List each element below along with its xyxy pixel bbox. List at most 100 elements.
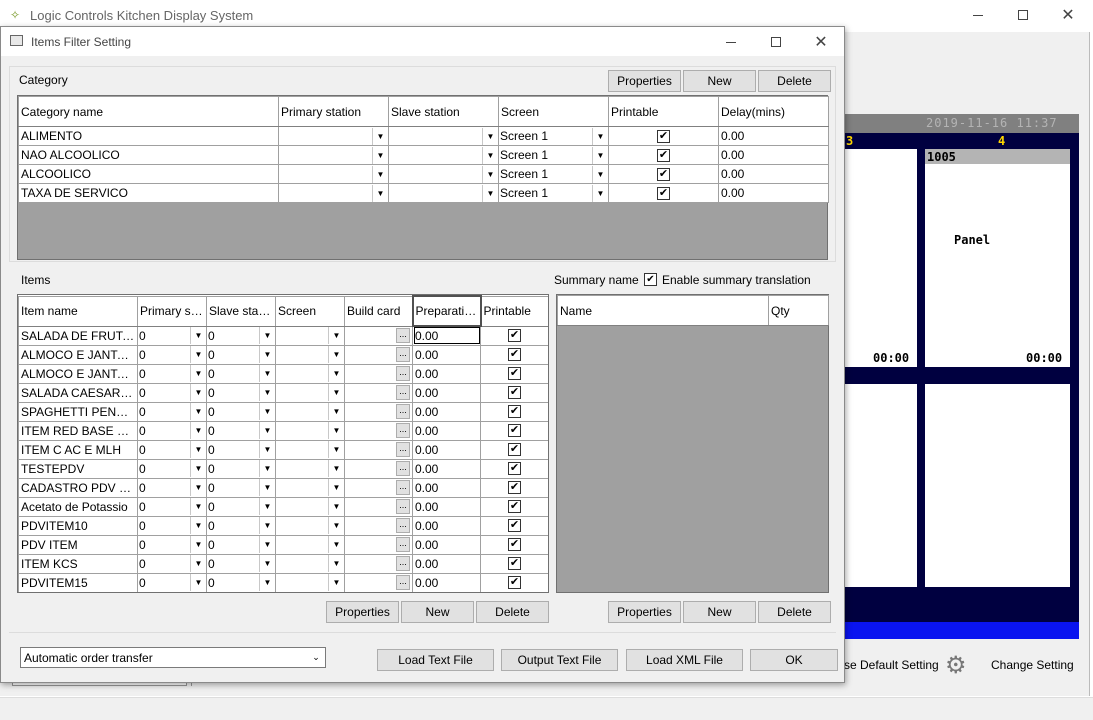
preparation-cell[interactable]: 0.00	[412, 572, 481, 592]
screen-cell[interactable]: ▼	[275, 363, 345, 384]
preparation-cell[interactable]: 0.00	[412, 325, 481, 346]
items-col-header[interactable]: Item name	[18, 295, 138, 327]
primary-station-select[interactable]: 0 ▼	[139, 346, 206, 363]
gear-icon[interactable]: ⚙	[945, 651, 967, 680]
category-row[interactable]: NAO ALCOOLICO ▼ ▼ Screen 1 ▼ ✔ 0.00	[18, 145, 829, 165]
printable-checkbox[interactable]: ✔	[508, 557, 521, 570]
category-col-header[interactable]: Category name	[18, 96, 279, 127]
item-row[interactable]: SPAGHETTI PENNE ... 0 ▼ 0 ▼ ▼... 0.00 ✔	[18, 401, 548, 422]
build-card-button[interactable]: ...	[396, 366, 410, 381]
primary-station-cell[interactable]: 0 ▼	[137, 496, 207, 517]
build-card-cell[interactable]: ...	[344, 553, 413, 574]
build-card-button[interactable]: ...	[396, 442, 410, 457]
primary-station-cell[interactable]: 0 ▼	[137, 382, 207, 403]
printable-cell[interactable]: ✔	[480, 401, 548, 422]
screen-select[interactable]: ▼	[277, 327, 344, 344]
printable-checkbox[interactable]: ✔	[508, 348, 521, 361]
primary-station-select[interactable]: 0 ▼	[139, 403, 206, 420]
screen-cell[interactable]: ▼	[275, 572, 345, 592]
build-card-button[interactable]: ...	[396, 423, 410, 438]
screen-cell[interactable]: Screen 1 ▼	[498, 164, 609, 184]
screen-cell[interactable]: ▼	[275, 325, 345, 346]
kds-order-card[interactable]	[925, 384, 1070, 587]
screen-select[interactable]: ▼	[277, 574, 344, 591]
printable-checkbox[interactable]: ✔	[508, 500, 521, 513]
slave-station-cell[interactable]: 0 ▼	[206, 515, 276, 536]
screen-select[interactable]: ▼	[277, 536, 344, 553]
printable-cell[interactable]: ✔	[480, 553, 548, 574]
printable-checkbox[interactable]: ✔	[508, 576, 521, 589]
build-card-cell[interactable]: ...	[344, 572, 413, 592]
build-card-cell[interactable]: ...	[344, 363, 413, 384]
build-card-button[interactable]: ...	[396, 537, 410, 552]
default-setting-label[interactable]: se Default Setting	[844, 658, 939, 672]
items-col-header[interactable]: Slave station	[206, 295, 276, 327]
build-card-cell[interactable]: ...	[344, 477, 413, 498]
screen-cell[interactable]: ▼	[275, 344, 345, 365]
dialog-maximize-button[interactable]	[753, 27, 799, 57]
item-name-cell[interactable]: Acetato de Potassio	[18, 496, 138, 517]
slave-station-cell[interactable]: 0 ▼	[206, 496, 276, 517]
build-card-cell[interactable]: ...	[344, 344, 413, 365]
primary-station-cell[interactable]: 0 ▼	[137, 401, 207, 422]
primary-station-select[interactable]: 0 ▼	[139, 555, 206, 572]
slave-station-select[interactable]: 0 ▼	[208, 327, 275, 344]
printable-checkbox[interactable]: ✔	[508, 538, 521, 551]
printable-checkbox[interactable]: ✔	[508, 481, 521, 494]
kds-order-card[interactable]: 1005 Panel	[925, 149, 1070, 367]
slave-station-select[interactable]: ▼	[390, 146, 498, 164]
slave-station-cell[interactable]: ▼	[388, 145, 499, 165]
category-name-cell[interactable]: NAO ALCOOLICO	[18, 145, 279, 165]
slave-station-cell[interactable]: 0 ▼	[206, 401, 276, 422]
screen-cell[interactable]: ▼	[275, 515, 345, 536]
item-name-cell[interactable]: TESTEPDV	[18, 458, 138, 479]
screen-cell[interactable]: ▼	[275, 458, 345, 479]
printable-cell[interactable]: ✔	[480, 515, 548, 536]
item-name-cell[interactable]: SALADA DE FRUTAS	[18, 325, 138, 346]
slave-station-cell[interactable]: ▼	[388, 126, 499, 146]
primary-station-cell[interactable]: 0 ▼	[137, 325, 207, 346]
printable-cell[interactable]: ✔	[480, 344, 548, 365]
category-name-cell[interactable]: ALIMENTO	[18, 126, 279, 146]
printable-cell[interactable]: ✔	[480, 363, 548, 384]
primary-station-select[interactable]: 0 ▼	[139, 422, 206, 439]
item-row[interactable]: PDV ITEM 0 ▼ 0 ▼ ▼... 0.00 ✔	[18, 534, 548, 555]
preparation-cell[interactable]: 0.00	[412, 382, 481, 403]
item-row[interactable]: ITEM KCS 0 ▼ 0 ▼ ▼... 0.00 ✔	[18, 553, 548, 574]
item-name-cell[interactable]: ITEM KCS	[18, 553, 138, 574]
printable-checkbox[interactable]: ✔	[508, 386, 521, 399]
kds-close-button[interactable]: ✕	[1045, 0, 1091, 30]
item-name-cell[interactable]: PDV ITEM	[18, 534, 138, 555]
screen-cell[interactable]: ▼	[275, 401, 345, 422]
build-card-button[interactable]: ...	[396, 518, 410, 533]
slave-station-cell[interactable]: 0 ▼	[206, 572, 276, 592]
printable-cell[interactable]: ✔	[480, 420, 548, 441]
kds-maximize-button[interactable]	[1000, 0, 1046, 30]
transfer-mode-select[interactable]: Automatic order transfer ⌄	[20, 647, 326, 668]
kds-order-card[interactable]	[843, 149, 917, 367]
items-new-button[interactable]: New	[401, 601, 474, 623]
items-col-header[interactable]: Preparation ...	[411, 295, 482, 327]
preparation-cell[interactable]: 0.00	[412, 534, 481, 555]
slave-station-select[interactable]: 0 ▼	[208, 422, 275, 439]
item-name-cell[interactable]: ITEM C AC E MLH	[18, 439, 138, 460]
item-row[interactable]: PDVITEM10 0 ▼ 0 ▼ ▼... 0.00 ✔	[18, 515, 548, 536]
printable-checkbox[interactable]: ✔	[508, 405, 521, 418]
category-name-cell[interactable]: ALCOOLICO	[18, 164, 279, 184]
printable-checkbox[interactable]: ✔	[508, 329, 521, 342]
primary-station-select[interactable]: 0 ▼	[139, 536, 206, 553]
slave-station-select[interactable]: 0 ▼	[208, 460, 275, 477]
printable-cell[interactable]: ✔	[608, 164, 719, 184]
screen-select[interactable]: Screen 1 ▼	[500, 146, 608, 164]
item-name-cell[interactable]: SALADA CAESAR CL...	[18, 382, 138, 403]
summary-col-header[interactable]: Name	[557, 295, 769, 326]
build-card-cell[interactable]: ...	[344, 534, 413, 555]
enable-summary-label[interactable]: Enable summary translation	[662, 273, 811, 287]
slave-station-cell[interactable]: 0 ▼	[206, 477, 276, 498]
primary-station-select[interactable]: 0 ▼	[139, 498, 206, 515]
primary-station-cell[interactable]: 0 ▼	[137, 534, 207, 555]
slave-station-select[interactable]: 0 ▼	[208, 346, 275, 363]
screen-cell[interactable]: ▼	[275, 496, 345, 517]
screen-select[interactable]: ▼	[277, 441, 344, 458]
category-row[interactable]: ALIMENTO ▼ ▼ Screen 1 ▼ ✔ 0.00	[18, 126, 829, 146]
